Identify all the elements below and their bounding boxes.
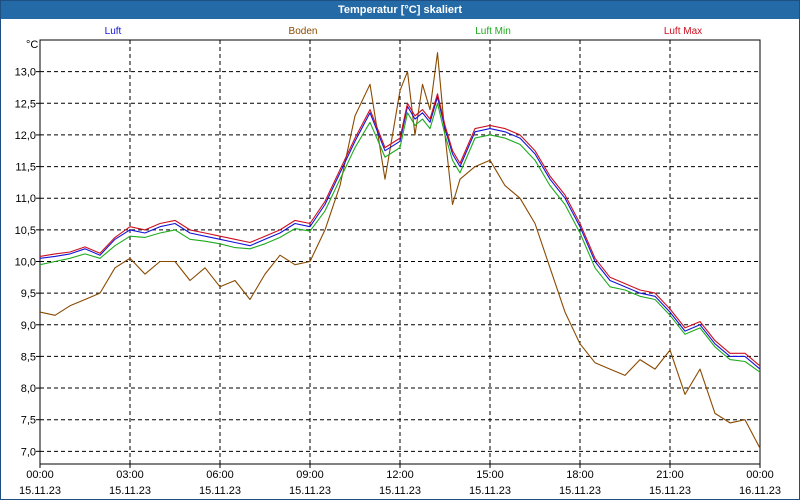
x-tick-date: 15.11.23 <box>559 485 601 497</box>
x-tick-labels: 00:00 15.11.23 03:00 15.11.23 06:00 15.11.23 0… <box>19 469 781 497</box>
x-tick-time: 15:00 <box>476 469 504 481</box>
y-tick-label: 9,0 <box>21 320 36 332</box>
legend-entry-luft: Luft <box>105 26 122 37</box>
x-tick-time: 00:00 <box>26 469 54 481</box>
y-tick-label: 13,0 <box>15 67 36 79</box>
y-tick-label: 12,0 <box>15 130 36 142</box>
y-tick-label: 11,0 <box>15 193 36 205</box>
y-tick-label: 10,0 <box>15 256 36 268</box>
y-tick-label: 11,5 <box>15 162 36 174</box>
x-tick-date: 15.11.23 <box>109 485 151 497</box>
legend-entry-luft-min: Luft Min <box>475 26 511 37</box>
y-tick-label: 9,5 <box>21 288 36 300</box>
x-tick-date: 15.11.23 <box>199 485 241 497</box>
x-tick-time: 03:00 <box>116 469 144 481</box>
legend-entry-boden: Boden <box>289 26 318 37</box>
y-tick-label: 8,5 <box>21 351 36 363</box>
x-tick-date: 15.11.23 <box>469 485 511 497</box>
y-tick-label: 8,0 <box>21 383 36 395</box>
x-tick-date: 16.11.23 <box>739 485 781 497</box>
x-tick-time: 06:00 <box>206 469 234 481</box>
x-tick-date: 15.11.23 <box>19 485 61 497</box>
y-tick-label: 12,5 <box>15 98 36 110</box>
x-tick-time: 09:00 <box>296 469 324 481</box>
legend-entry-luft-max: Luft Max <box>664 26 702 37</box>
y-tick-label: 7,5 <box>21 415 36 427</box>
x-tick-time: 00:00 <box>746 469 774 481</box>
x-tick-date: 15.11.23 <box>649 485 691 497</box>
legend: Luft Boden Luft Min Luft Max <box>105 26 703 37</box>
x-tick-time: 18:00 <box>566 469 594 481</box>
y-tick-label: 10,5 <box>15 225 36 237</box>
y-tick-labels: 7,0 7,5 8,0 8,5 9,0 9,5 10,0 10,5 11,0 11,5 12,0 12… <box>15 67 36 459</box>
x-tick-time: 12:00 <box>386 469 414 481</box>
y-axis-unit: °C <box>26 39 38 51</box>
temperature-chart: 7,0 7,5 8,0 8,5 9,0 9,5 10,0 10,5 11,0 11,5 12,0 12… <box>15 26 781 497</box>
x-tick-time: 21:00 <box>656 469 684 481</box>
x-tick-date: 15.11.23 <box>379 485 421 497</box>
y-tick-label: 7,0 <box>21 446 36 458</box>
x-tick-date: 15.11.23 <box>289 485 331 497</box>
